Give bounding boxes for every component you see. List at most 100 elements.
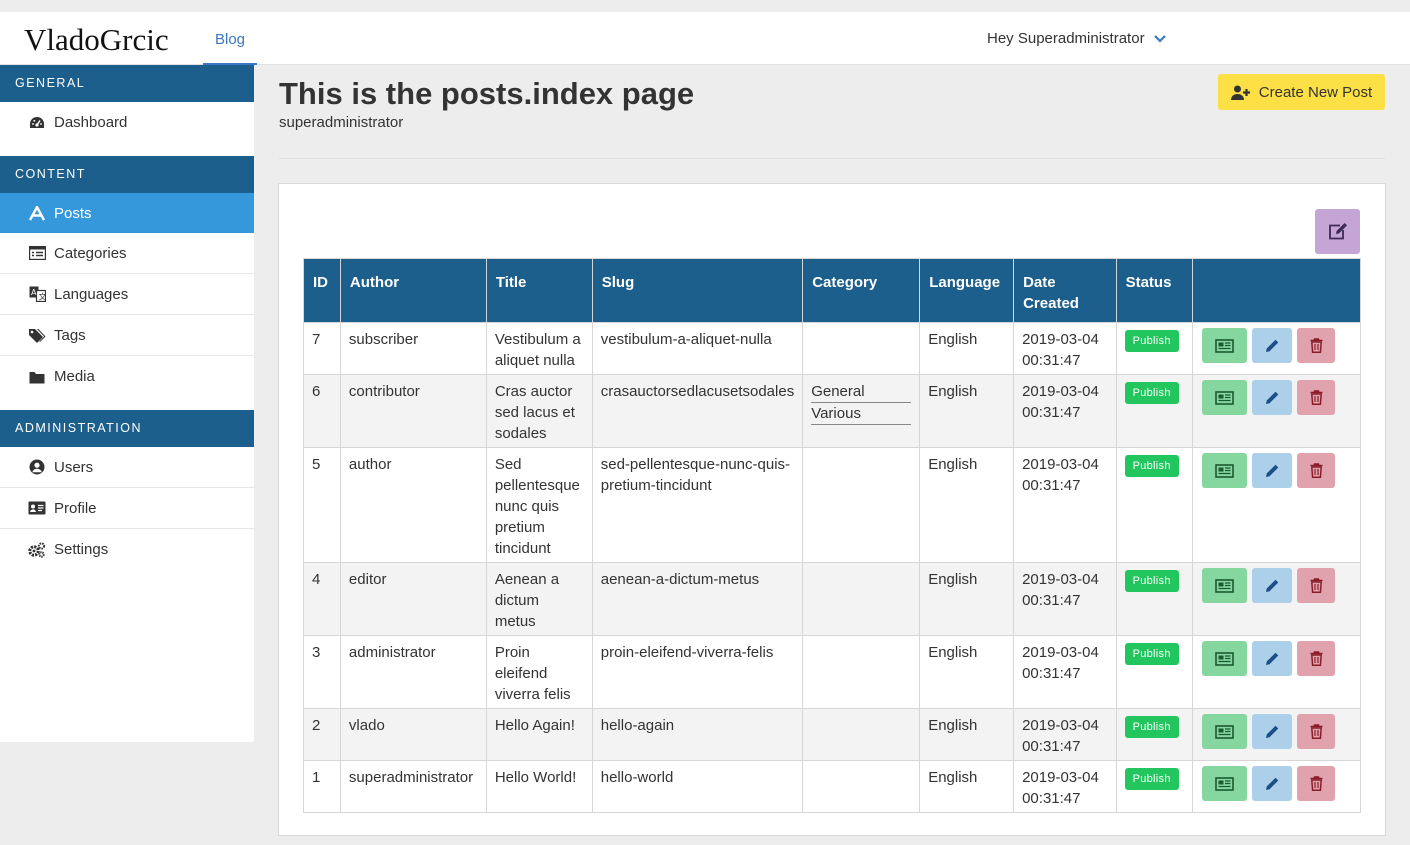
sidebar-item-label: Tags — [54, 326, 86, 344]
view-post-button[interactable] — [1202, 453, 1248, 488]
nav-blog-link[interactable]: Blog — [203, 12, 257, 65]
newspaper-icon — [1215, 651, 1235, 666]
column-header-status[interactable]: Status — [1115, 258, 1194, 323]
dashboard-icon — [28, 115, 46, 131]
column-header-actions — [1192, 258, 1361, 323]
sidebar-item-label: Settings — [54, 541, 109, 558]
cell-id: 4 — [303, 562, 341, 636]
sidebar-item-tags[interactable]: Tags — [0, 315, 254, 356]
edit-post-button[interactable] — [1252, 766, 1293, 801]
delete-post-button[interactable] — [1297, 714, 1336, 749]
user-menu[interactable]: Hey Superadministrator — [987, 30, 1167, 47]
sidebar-item-dashboard[interactable]: Dashboard — [0, 102, 254, 143]
sidebar-item-settings[interactable]: Settings — [0, 529, 254, 570]
sidebar-gap — [0, 397, 254, 410]
sidebar-item-posts[interactable]: Posts — [0, 193, 254, 233]
pencil-icon — [1265, 339, 1279, 352]
row-actions — [1193, 714, 1360, 749]
edit-post-button[interactable] — [1252, 641, 1293, 676]
sidebar-item-label: Dashboard — [54, 114, 128, 131]
bulk-edit-button[interactable] — [1315, 209, 1360, 254]
svg-text:文: 文 — [38, 292, 46, 302]
cell-id: 5 — [303, 447, 341, 563]
cell-title: Sed pellentesque nunc quis pretium tinci… — [485, 447, 593, 563]
category-link[interactable]: General — [811, 381, 912, 403]
sidebar-item-profile[interactable]: Profile — [0, 488, 254, 529]
edit-post-button[interactable] — [1252, 568, 1293, 603]
cell-language: English — [919, 760, 1015, 813]
sidebar-item-media[interactable]: Media — [0, 356, 254, 397]
sidebar-header-administration: ADMINISTRATION — [0, 410, 254, 447]
view-post-button[interactable] — [1202, 568, 1248, 603]
delete-post-button[interactable] — [1297, 766, 1336, 801]
edit-post-button[interactable] — [1252, 380, 1293, 415]
pencil-icon — [1265, 725, 1279, 738]
cell-title: Vestibulum a aliquet nulla — [485, 322, 593, 375]
cell-language: English — [919, 562, 1015, 636]
sidebar-item-label: Users — [54, 458, 94, 476]
column-header-title[interactable]: Title — [485, 258, 593, 323]
delete-post-button[interactable] — [1297, 453, 1336, 488]
cell-actions — [1192, 635, 1361, 709]
column-header-category[interactable]: Category — [802, 258, 921, 323]
cell-actions — [1192, 447, 1361, 563]
view-post-button[interactable] — [1202, 714, 1248, 749]
brand-logo[interactable]: VladoGrcic — [24, 22, 169, 58]
table-row: 4 editor Aenean a dictum metus aenean-a-dic… — [303, 562, 1361, 636]
edit-post-button[interactable] — [1252, 328, 1293, 363]
svg-text:A: A — [31, 288, 37, 297]
cell-slug: hello-world — [591, 760, 804, 813]
view-post-button[interactable] — [1202, 328, 1248, 363]
create-new-post-button[interactable]: Create New Post — [1218, 74, 1385, 110]
cell-category — [802, 760, 921, 813]
cell-status: Publish — [1115, 562, 1194, 636]
status-badge: Publish — [1124, 382, 1179, 404]
view-post-button[interactable] — [1202, 766, 1248, 801]
edit-icon — [1328, 222, 1347, 239]
cell-language: English — [919, 447, 1015, 563]
edit-post-button[interactable] — [1252, 714, 1293, 749]
cell-id: 6 — [303, 374, 341, 448]
newspaper-icon — [1215, 776, 1235, 791]
cell-id: 2 — [303, 708, 341, 761]
cell-date-created: 2019-03-04 00:31:47 — [1013, 374, 1117, 448]
edit-post-button[interactable] — [1252, 453, 1293, 488]
trash-icon — [1310, 578, 1323, 593]
tags-icon — [28, 327, 46, 343]
cell-actions — [1192, 760, 1361, 813]
column-header-id[interactable]: ID — [303, 258, 341, 323]
list-icon — [28, 245, 46, 261]
user-greeting: Hey Superadministrator — [987, 30, 1145, 47]
cell-date-created: 2019-03-04 00:31:47 — [1013, 562, 1117, 636]
column-header-date-created[interactable]: Date Created — [1013, 258, 1117, 323]
sidebar-item-categories[interactable]: Categories — [0, 233, 254, 274]
column-header-author[interactable]: Author — [339, 258, 487, 323]
cell-actions — [1192, 374, 1361, 448]
column-header-language[interactable]: Language — [919, 258, 1015, 323]
sidebar-item-languages[interactable]: A文 Languages — [0, 274, 254, 315]
delete-post-button[interactable] — [1297, 380, 1336, 415]
sidebar-item-users[interactable]: Users — [0, 447, 254, 488]
status-badge: Publish — [1124, 643, 1179, 665]
cell-status: Publish — [1115, 374, 1194, 448]
cell-slug: sed-pellentesque-nunc-quis-pretium-tinci… — [591, 447, 804, 563]
pencil-icon — [1265, 652, 1279, 665]
column-header-slug[interactable]: Slug — [591, 258, 804, 323]
cell-id: 1 — [303, 760, 341, 813]
delete-post-button[interactable] — [1297, 328, 1336, 363]
cell-id: 7 — [303, 322, 341, 375]
view-post-button[interactable] — [1202, 641, 1248, 676]
user-circle-icon — [28, 459, 46, 475]
category-link[interactable]: Various — [811, 403, 912, 425]
view-post-button[interactable] — [1202, 380, 1248, 415]
delete-post-button[interactable] — [1297, 568, 1336, 603]
cell-status: Publish — [1115, 708, 1194, 761]
cell-slug: hello-again — [591, 708, 804, 761]
delete-post-button[interactable] — [1297, 641, 1336, 676]
page-title: This is the posts.index page — [279, 76, 695, 111]
cell-author: vlado — [339, 708, 487, 761]
cell-title: Aenean a dictum metus — [485, 562, 593, 636]
cell-category — [802, 322, 921, 375]
top-navbar: VladoGrcic Blog Hey Superadministrator — [0, 12, 1410, 65]
table-row: 3 administrator Proin eleifend viverra fel… — [303, 635, 1361, 709]
